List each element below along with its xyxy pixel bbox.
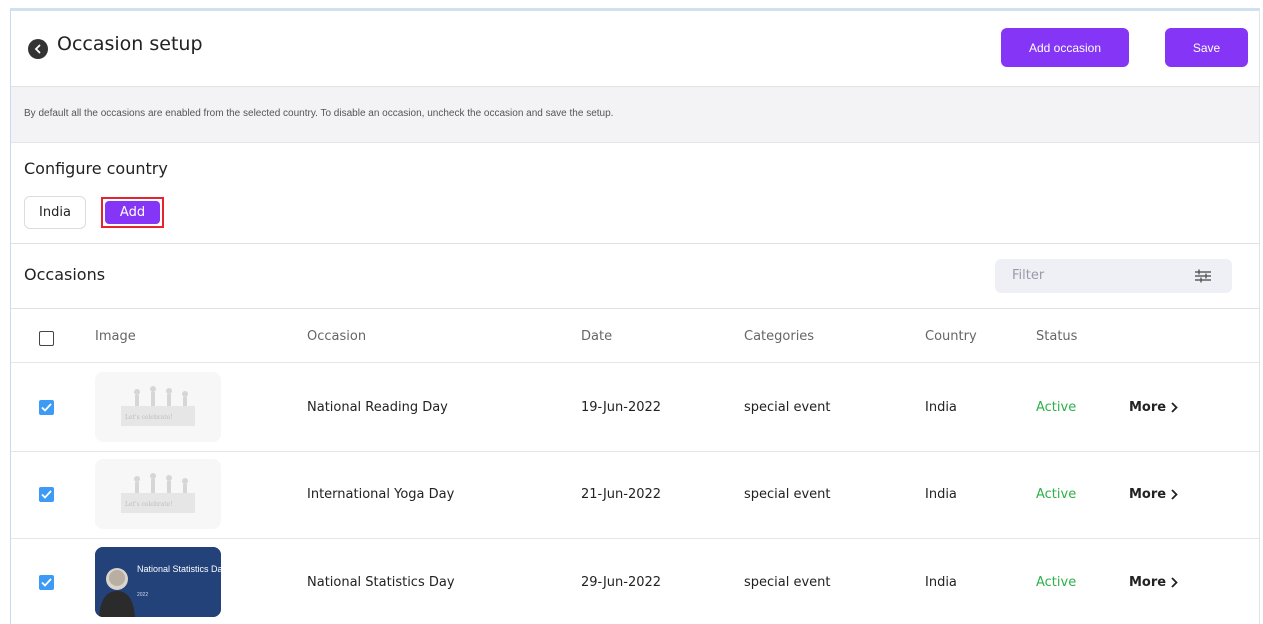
occasion-country: India [925, 575, 957, 590]
occasion-category: special event [744, 400, 831, 415]
thumb-title: National Statistics Day [137, 564, 221, 574]
occasions-title: Occasions [24, 265, 106, 284]
occasion-name: National Statistics Day [307, 575, 455, 590]
table-top-divider [11, 308, 1259, 309]
more-label: More [1129, 400, 1167, 415]
row-divider [11, 538, 1259, 539]
thumb-year: 2022 [137, 592, 148, 598]
filter-sliders-icon[interactable] [1194, 268, 1212, 284]
header-divider [11, 362, 1259, 363]
chevron-right-icon [1171, 489, 1178, 500]
more-label: More [1129, 487, 1167, 502]
col-header-country: Country [925, 329, 977, 344]
row-checkbox[interactable] [39, 400, 54, 415]
add-country-highlight: Add [101, 197, 164, 228]
info-text: By default all the occasions are enabled… [24, 108, 614, 119]
chevron-right-icon [1171, 577, 1178, 588]
row-checkbox[interactable] [39, 487, 54, 502]
status-badge: Active [1036, 575, 1077, 590]
info-banner: By default all the occasions are enabled… [11, 86, 1259, 143]
page-title: Occasion setup [57, 33, 203, 55]
section-divider [11, 243, 1259, 244]
more-link[interactable]: More [1129, 487, 1178, 502]
filter-input[interactable]: Filter [995, 259, 1232, 293]
occasion-country: India [925, 487, 957, 502]
thumb-caption: Let's celebrate! [125, 501, 173, 508]
save-button[interactable]: Save [1165, 28, 1248, 67]
country-chip[interactable]: India [24, 196, 86, 229]
more-label: More [1129, 575, 1167, 590]
select-all-checkbox[interactable] [39, 331, 54, 346]
occasion-date: 21-Jun-2022 [581, 487, 662, 502]
thumb-caption: Let's celebrate! [125, 414, 173, 421]
occasion-image: Let's celebrate! [95, 372, 221, 442]
occasion-category: special event [744, 487, 831, 502]
occasion-country: India [925, 400, 957, 415]
filter-placeholder: Filter [1012, 268, 1045, 283]
occasion-image: National Statistics Day 2022 [95, 547, 221, 617]
occasion-name: International Yoga Day [307, 487, 455, 502]
row-divider [11, 451, 1259, 452]
status-badge: Active [1036, 400, 1077, 415]
configure-country-title: Configure country [24, 159, 168, 178]
more-link[interactable]: More [1129, 400, 1178, 415]
occasion-category: special event [744, 575, 831, 590]
row-checkbox[interactable] [39, 575, 54, 590]
checkmark-icon [41, 490, 52, 499]
occasion-name: National Reading Day [307, 400, 448, 415]
checkmark-icon [41, 403, 52, 412]
more-link[interactable]: More [1129, 575, 1178, 590]
status-badge: Active [1036, 487, 1077, 502]
occasion-image: Let's celebrate! [95, 459, 221, 529]
chevron-right-icon [1171, 402, 1178, 413]
occasion-setup-panel: Occasion setup Add occasion Save By defa… [10, 8, 1260, 624]
checkmark-icon [41, 578, 52, 587]
col-header-date: Date [581, 329, 613, 344]
col-header-image: Image [95, 329, 136, 344]
occasion-date: 29-Jun-2022 [581, 575, 662, 590]
add-occasion-button[interactable]: Add occasion [1001, 28, 1129, 67]
col-header-categories: Categories [744, 329, 815, 344]
back-arrow-icon[interactable] [28, 39, 48, 59]
col-header-occasion: Occasion [307, 329, 367, 344]
occasion-date: 19-Jun-2022 [581, 400, 662, 415]
add-country-button[interactable]: Add [105, 201, 160, 224]
col-header-status: Status [1036, 329, 1078, 344]
